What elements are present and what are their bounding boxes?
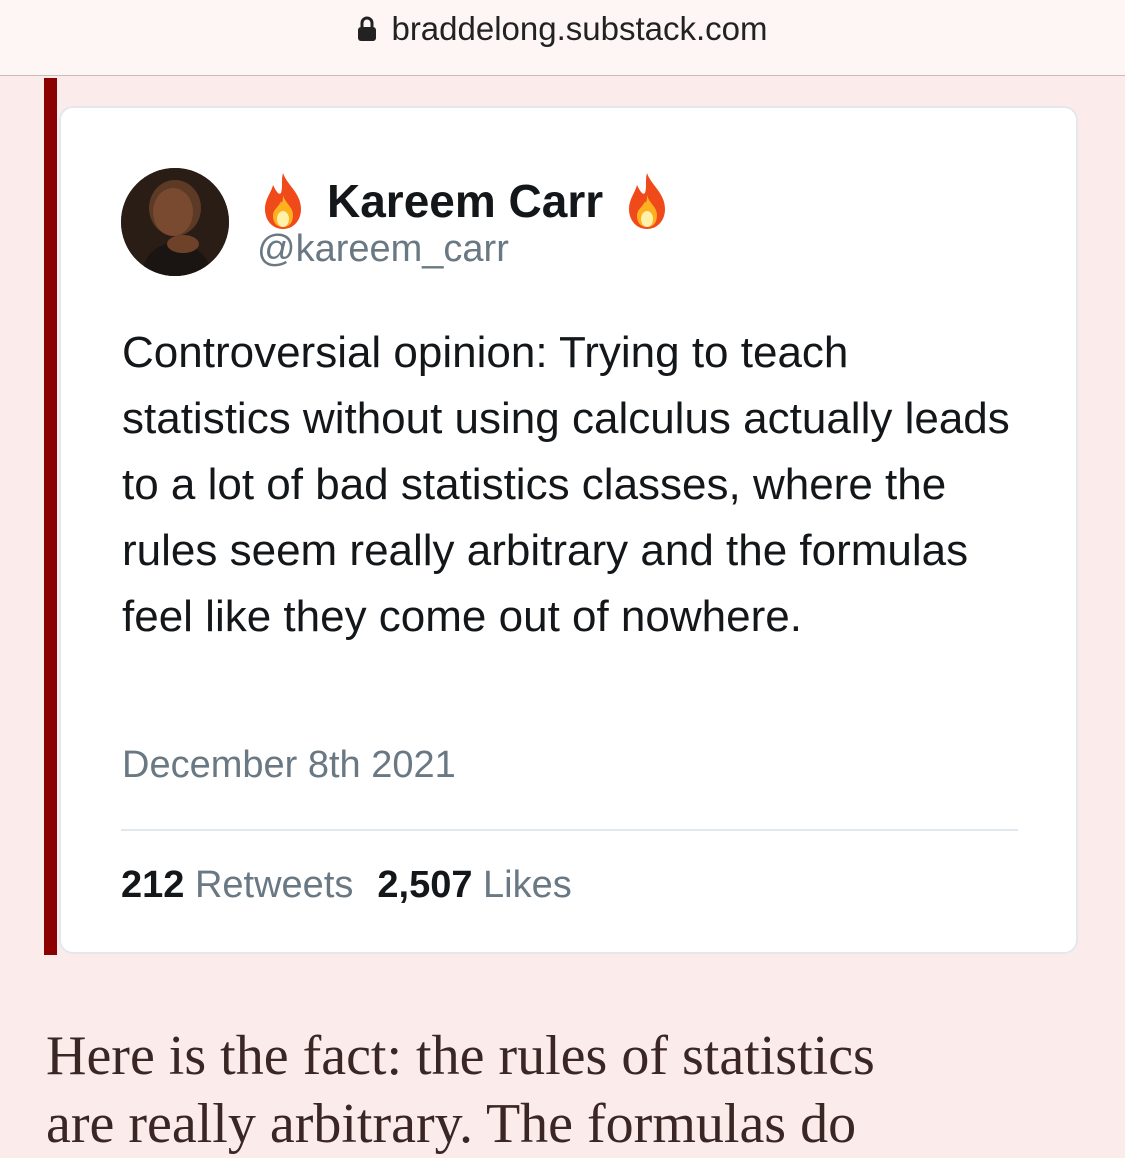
- divider: [121, 829, 1018, 831]
- browser-address-bar[interactable]: braddelong.substack.com: [0, 0, 1125, 76]
- fire-icon: [257, 171, 309, 231]
- embedded-tweet[interactable]: Kareem Carr @kareem_carr Controversial o…: [59, 106, 1078, 954]
- blockquote-bar: [44, 78, 57, 955]
- tweet-display-name[interactable]: Kareem Carr: [327, 174, 603, 228]
- likes-count: 2,507: [377, 864, 473, 906]
- tweet-date[interactable]: December 8th 2021: [122, 744, 456, 787]
- tweet-text: Controversial opinion: Trying to teach s…: [122, 328, 1010, 641]
- lock-icon: [357, 16, 377, 42]
- article-paragraph-line: Here is the fact: the rules of statistic…: [46, 1025, 875, 1087]
- retweets-stat[interactable]: 212 Retweets: [121, 864, 353, 907]
- likes-label: Likes: [483, 864, 572, 906]
- tweet-handle[interactable]: @kareem_carr: [257, 228, 509, 271]
- tweet-author-row: Kareem Carr: [257, 170, 673, 232]
- avatar[interactable]: [121, 168, 229, 276]
- url-text[interactable]: braddelong.substack.com: [391, 10, 767, 48]
- retweets-count: 212: [121, 864, 185, 906]
- retweets-label: Retweets: [194, 864, 354, 906]
- fire-icon: [621, 171, 673, 231]
- article-paragraph-line-partial: are really arbitrary. The formulas do: [46, 1093, 857, 1155]
- likes-stat[interactable]: 2,507 Likes: [377, 864, 571, 907]
- tweet-stats: 212 Retweets 2,507 Likes: [121, 864, 572, 907]
- address-bar-content: braddelong.substack.com: [357, 10, 768, 48]
